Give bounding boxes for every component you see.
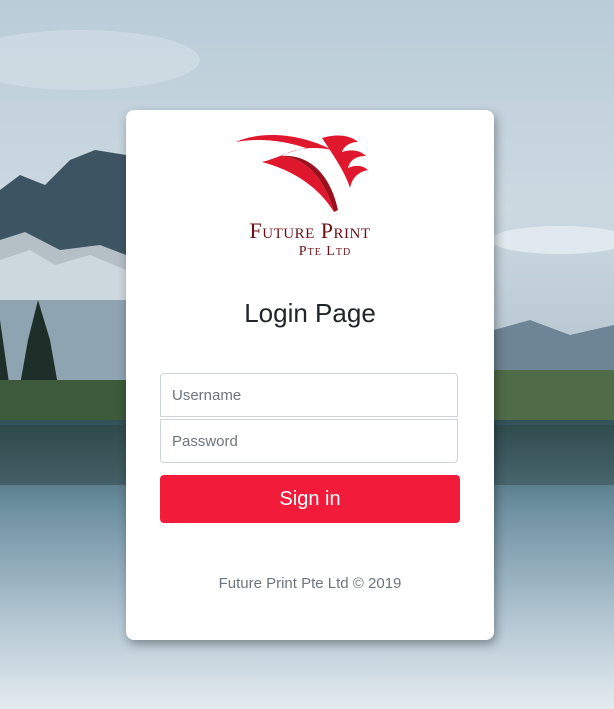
password-input[interactable]	[160, 419, 458, 463]
username-input[interactable]	[160, 373, 458, 417]
brand-name: Future Print Pte Ltd	[222, 220, 398, 259]
flame-f-logo-icon	[236, 135, 368, 212]
brand-name-line1: Future Print	[249, 218, 371, 243]
login-card: Future Print Pte Ltd Login Page Sign in …	[126, 110, 494, 640]
login-screen: Future Print Pte Ltd Login Page Sign in …	[0, 0, 614, 709]
copyright-footer: Future Print Pte Ltd © 2019	[218, 575, 402, 592]
brand-logo: Future Print Pte Ltd	[222, 128, 398, 270]
page-title: Login Page	[244, 298, 376, 328]
brand-name-line2: Pte Ltd	[298, 244, 352, 259]
sign-in-button[interactable]: Sign in	[160, 475, 460, 523]
